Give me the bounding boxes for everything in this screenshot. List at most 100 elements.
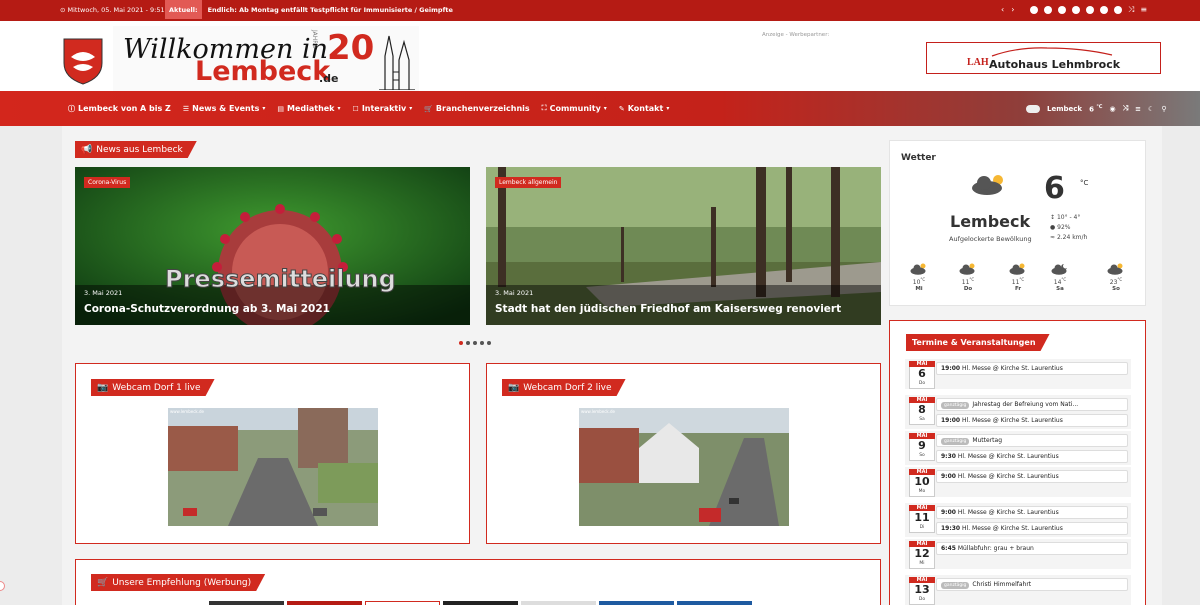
weather-description: Aufgelockerte Bewölkung — [949, 235, 1032, 243]
ad-tile[interactable] — [443, 601, 518, 605]
car-silhouette — [991, 47, 1113, 57]
breaking-ticker-link[interactable]: Endlich: Ab Montag entfällt Testpflicht … — [208, 6, 453, 14]
dark-mode-icon[interactable]: ☾ — [1148, 105, 1154, 113]
event-item[interactable]: ganztägig Muttertag — [936, 434, 1128, 447]
twitter-icon[interactable] — [1044, 5, 1052, 14]
nav-item-news-events[interactable]: ☰ News & Events ▾ — [183, 104, 266, 114]
weather-title: Wetter — [901, 153, 936, 163]
event-item[interactable]: ganztägig Christi Himmelfahrt — [936, 578, 1128, 591]
events-title: Termine & Veranstaltungen — [906, 334, 1050, 351]
event-item[interactable]: 9:00 Hl. Messe @ Kirche St. Laurentius — [936, 470, 1128, 483]
ticker-prev-icon[interactable]: ‹ — [1001, 5, 1004, 14]
nav-item-kontakt[interactable]: ✎ Kontakt ▾ — [619, 104, 670, 114]
ad-tile[interactable] — [287, 601, 362, 605]
calendar-date-badge: MAI 8 Sa — [909, 397, 935, 425]
weather-temp: 6 — [1044, 171, 1065, 206]
ad-tile[interactable] — [521, 601, 596, 605]
slider-dot[interactable] — [480, 341, 484, 345]
event-item[interactable]: 9:30 Hl. Messe @ Kirche St. Laurentius — [936, 450, 1128, 463]
ad-tile[interactable] — [599, 601, 674, 605]
chevron-down-icon: ▾ — [603, 105, 607, 112]
random-icon[interactable]: ⤨ — [1128, 5, 1134, 15]
weather-unit: °C — [1080, 179, 1089, 187]
facebook-icon[interactable] — [1030, 5, 1038, 14]
nav-item-mediathek[interactable]: ▤ Mediathek ▾ — [277, 104, 340, 114]
slide-title[interactable]: Corona-Schutzverordnung ab 3. Mai 2021 — [84, 303, 330, 315]
slide-title[interactable]: Stadt hat den jüdischen Friedhof am Kais… — [495, 303, 841, 315]
event-day: MAI 12 Mi 6:45 Müllabfuhr: grau + braun — [905, 539, 1131, 569]
webcam-box-2: 📷 Webcam Dorf 2 live www.lembeck.de — [486, 363, 881, 544]
linkedin-icon[interactable] — [1072, 5, 1080, 14]
pinterest-icon[interactable] — [1058, 5, 1066, 14]
news-slide-1[interactable]: Pressemitteilung Corona-Virus 3. Mai 202… — [75, 167, 470, 325]
nav-item-branchenverzeichnis[interactable]: 🛒 Branchenverzeichnis — [424, 104, 529, 114]
event-item[interactable]: 6:45 Müllabfuhr: grau + braun — [936, 542, 1128, 555]
nav-item-lembeck-von-a-bis-z[interactable]: ⓘ Lembeck von A bis Z — [68, 104, 171, 114]
megaphone-icon: 📢 — [81, 144, 93, 155]
slider-dot[interactable] — [466, 341, 470, 345]
event-item[interactable]: 19:30 Hl. Messe @ Kirche St. Laurentius — [936, 522, 1128, 535]
temp-range-icon: ↕ — [1050, 214, 1057, 221]
ad-tile[interactable] — [209, 601, 284, 605]
search-icon[interactable]: ⚲ — [1161, 105, 1166, 113]
nav-item-interaktiv[interactable]: ☐ Interaktiv ▾ — [353, 104, 413, 114]
user-icon[interactable] — [1114, 5, 1122, 14]
site-header: Willkommen in Lembeck .de JAHRE 20 Anzei… — [0, 19, 1200, 92]
nav-item-community[interactable]: ⛶ Community ▾ — [542, 104, 607, 114]
chevron-down-icon: ▾ — [666, 105, 670, 112]
news-section-title: 📢 News aus Lembeck — [75, 141, 197, 158]
info-icon: ⓘ — [68, 104, 75, 113]
webcam-image-2[interactable]: www.lembeck.de — [579, 408, 789, 526]
partly-cloudy-icon — [910, 263, 928, 275]
partly-cloudy-icon — [1107, 263, 1125, 275]
ad-tile[interactable] — [677, 601, 752, 605]
webcam-image-1[interactable]: www.lembeck.de — [168, 408, 378, 526]
menu-icon[interactable]: ≡ — [1135, 105, 1141, 113]
pen-icon: ✎ — [618, 104, 625, 113]
weather-city: Lembeck — [950, 212, 1031, 231]
calendar-date-badge: MAI 10 Mo — [909, 469, 935, 497]
youtube-icon[interactable] — [1086, 5, 1094, 14]
instagram-icon[interactable] — [1100, 5, 1108, 14]
site-logo[interactable]: Willkommen in Lembeck .de JAHRE 20 — [113, 26, 419, 92]
main-navigation: ⓘ Lembeck von A bis Z ☰ News & Events ▾ ▤ Medi… — [0, 91, 1200, 126]
slide-overlay-text: Pressemitteilung — [165, 265, 397, 294]
list-icon: ☰ — [182, 104, 190, 113]
event-item[interactable]: 9:00 Hl. Messe @ Kirche St. Laurentius — [936, 506, 1128, 519]
menu-icon[interactable]: ≡ — [1140, 5, 1147, 14]
ad-tile[interactable] — [365, 601, 440, 605]
ad-banner-autohaus[interactable]: LAH Autohaus Lehmbrock — [926, 42, 1161, 74]
scroll-indicator[interactable] — [0, 581, 5, 591]
ticker-next-icon[interactable]: › — [1011, 5, 1014, 14]
event-day: MAI 6 Do 19:00 Hl. Messe @ Kirche St. Laure… — [905, 359, 1131, 389]
weather-stats: ↕ 10° - 4° ● 92% ≈ 2.24 km/h — [1050, 214, 1088, 241]
slide-category[interactable]: Lembeck allgemein — [495, 177, 562, 188]
user-icon[interactable]: ◉ — [1109, 105, 1115, 113]
news-slide-2[interactable]: Lembeck allgemein 3. Mai 2021 Stadt hat … — [486, 167, 881, 325]
forecast-day: 11°C Do — [956, 263, 980, 292]
event-item[interactable]: 19:00 Hl. Messe @ Kirche St. Laurentius — [936, 414, 1128, 427]
media-icon: ▤ — [277, 104, 284, 113]
random-icon[interactable]: ⤨ — [1123, 104, 1129, 113]
event-day: MAI 13 Do ganztägig Christi Himmelfahrt — [905, 575, 1131, 605]
event-item[interactable]: ganztägig Jahrestag der Befreiung vom Nat… — [936, 398, 1128, 411]
partly-cloudy-icon — [959, 263, 977, 275]
slider-dot[interactable] — [487, 341, 491, 345]
slider-dot[interactable] — [473, 341, 477, 345]
chevron-down-icon: ▾ — [337, 105, 341, 112]
calendar-date-badge: MAI 11 Di — [909, 505, 935, 533]
slide-category[interactable]: Corona-Virus — [84, 177, 131, 188]
forecast-day: 14°C Sa — [1048, 263, 1072, 292]
coat-of-arms-logo[interactable] — [62, 37, 104, 85]
webcam-title: 📷 Webcam Dorf 2 live — [502, 379, 626, 396]
cart-icon: 🛒 — [97, 577, 109, 588]
slider-dot[interactable] — [459, 341, 463, 345]
event-day: MAI 10 Mo 9:00 Hl. Messe @ Kirche St. Laure… — [905, 467, 1131, 497]
nav-weather-temp: 6 ℃ — [1089, 103, 1103, 114]
cloud-icon — [1026, 104, 1040, 113]
allday-badge: ganztägig — [941, 582, 970, 589]
recommendation-title: 🛒 Unsere Empfehlung (Werbung) — [91, 574, 265, 591]
breaking-label: Aktuell: — [165, 0, 202, 19]
event-item[interactable]: 19:00 Hl. Messe @ Kirche St. Laurentius — [936, 362, 1128, 375]
recommendation-box: 🛒 Unsere Empfehlung (Werbung) — [75, 559, 881, 605]
